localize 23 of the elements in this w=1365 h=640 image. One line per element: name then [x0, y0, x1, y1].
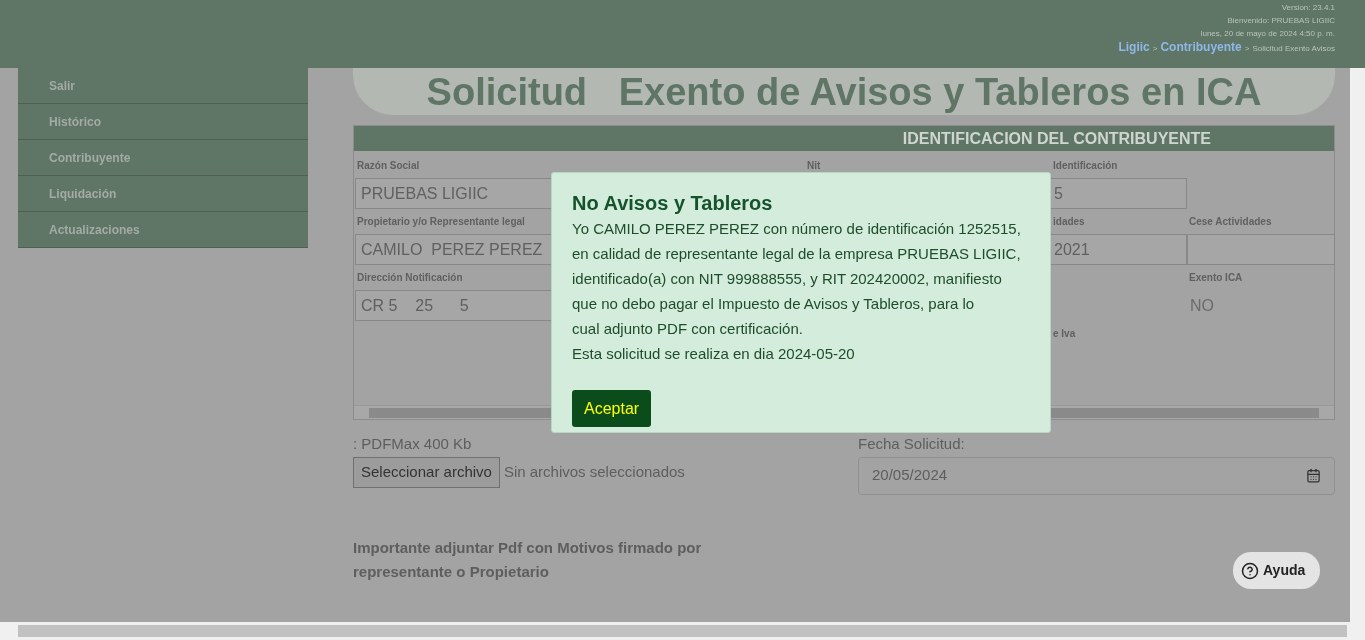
version-text: Version: 23.4.1 — [1281, 2, 1335, 14]
file-status: Sin archivos seleccionados — [503, 461, 685, 482]
field-label: Propietario y/o Representante legal — [357, 215, 525, 229]
page-title: Solicitud Exento de Avisos y Tableros en ICA — [426, 72, 1262, 111]
date-text: lunes, 20 de mayo de 2024 4:50 p. m. — [1200, 28, 1335, 40]
section-header: IDENTIFICACION DEL CONTRIBUYENTE — [354, 126, 1334, 151]
field-label: Exento ICA — [1189, 271, 1243, 285]
date-label: Fecha Solicitud: — [858, 434, 966, 454]
field-label: e Iva — [1053, 327, 1076, 341]
welcome-text: Bienvenido: PRUEBAS LIGIIC — [1227, 15, 1335, 27]
important-note: Importante adjuntar Pdf con Motivos firmado por representante o Propietario — [353, 537, 703, 582]
upload-label: : PDFMax 400 Kb — [353, 434, 473, 454]
modal-title: No Avisos y Tableros — [572, 191, 774, 215]
field-label: idades — [1053, 215, 1085, 229]
field-label: Nit — [807, 159, 821, 173]
field-label: Identificación — [1053, 159, 1118, 173]
breadcrumb-separator: > — [1244, 43, 1250, 55]
field-label: Dirección Notificación — [357, 271, 463, 285]
field-label: Razón Social — [357, 159, 420, 173]
breadcrumb-current: Solicitud Exento Avisos — [1252, 43, 1335, 55]
field-value: NO — [1189, 295, 1215, 316]
breadcrumb-separator: > — [1152, 43, 1158, 55]
field-label: Cese Actividades — [1189, 215, 1272, 229]
